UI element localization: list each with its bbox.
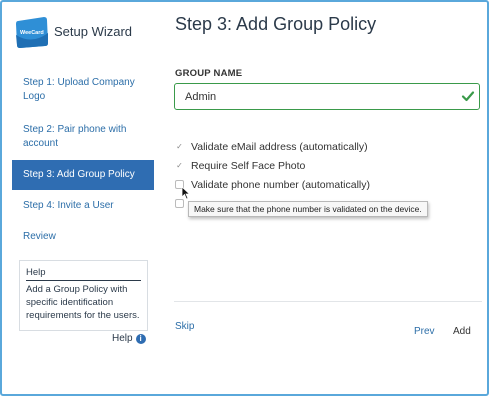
- weecard-logo-icon: WeeCard: [16, 17, 48, 48]
- sidebar-item-label: Review: [23, 231, 56, 242]
- tooltip: Make sure that the phone number is valid…: [188, 201, 428, 217]
- checkbox-label: Require Self Face Photo: [191, 159, 306, 172]
- group-name-label: GROUP NAME: [175, 68, 243, 79]
- logo-text: WeeCard: [20, 30, 44, 36]
- sidebar-item-step4[interactable]: Step 4: Invite a User: [12, 199, 152, 213]
- checkbox-validate-phone[interactable]: Validate phone number (automatically): [175, 178, 370, 191]
- sidebar-item-step3[interactable]: Step 3: Add Group Policy: [12, 160, 154, 190]
- sidebar-item-review[interactable]: Review: [12, 230, 152, 244]
- prev-button[interactable]: Prev: [414, 326, 435, 337]
- skip-link[interactable]: Skip: [175, 321, 194, 332]
- sidebar-item-label: Step 1: Upload Company Logo: [23, 77, 135, 102]
- wizard-window: WeeCard Setup Wizard Step 1: Upload Comp…: [0, 0, 489, 396]
- sidebar-item-step2[interactable]: Step 2: Pair phone with account: [12, 123, 152, 151]
- mouse-pointer-icon: [181, 186, 191, 200]
- checkbox-label: Validate phone number (automatically): [191, 178, 370, 191]
- sidebar-item-label: Step 4: Invite a User: [23, 200, 114, 211]
- help-link-label: Help: [112, 333, 133, 344]
- sidebar-item-step1[interactable]: Step 1: Upload Company Logo: [12, 76, 152, 104]
- help-heading: Help: [26, 266, 141, 281]
- help-box: Help Add a Group Policy with specific id…: [19, 260, 148, 331]
- checkmark-icon: [461, 91, 475, 102]
- checkbox-checked-icon[interactable]: ✓: [175, 161, 184, 170]
- info-icon: i: [135, 333, 146, 344]
- group-name-input[interactable]: [174, 83, 480, 110]
- add-button[interactable]: Add: [453, 326, 471, 337]
- checkbox-label: Validate eMail address (automatically): [191, 140, 368, 153]
- sidebar: WeeCard Setup Wizard Step 1: Upload Comp…: [2, 2, 160, 394]
- page-title: Step 3: Add Group Policy: [175, 14, 377, 34]
- help-text: Add a Group Policy with specific identif…: [26, 284, 140, 321]
- wizard-title: Setup Wizard: [54, 24, 133, 39]
- checkbox-validate-email[interactable]: ✓ Validate eMail address (automatically): [175, 140, 368, 153]
- checkbox-unchecked-icon[interactable]: [175, 199, 184, 208]
- checkbox-require-face-photo[interactable]: ✓ Require Self Face Photo: [175, 159, 305, 172]
- footer-divider: [174, 301, 482, 302]
- checkbox-checked-icon[interactable]: ✓: [175, 142, 184, 151]
- sidebar-item-label: Step 2: Pair phone with account: [23, 124, 127, 149]
- help-link[interactable]: Help i: [112, 333, 146, 344]
- sidebar-item-label: Step 3: Add Group Policy: [23, 169, 135, 180]
